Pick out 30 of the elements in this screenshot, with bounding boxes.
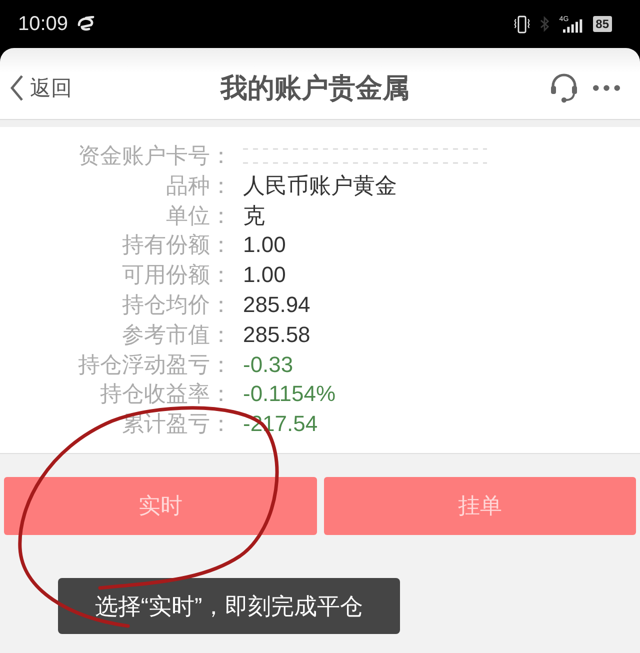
status-time: 10:09 [18,12,68,36]
field-value: 1.00 [243,262,286,288]
field-value: 克 [243,202,265,230]
carrier-logo-icon [76,16,96,32]
action-button[interactable]: 挂单 [324,476,636,535]
field-label: 品种： [166,172,232,200]
field-value: 285.58 [243,322,310,348]
field-label: 持仓均价： [122,290,232,319]
bluetooth-icon [540,16,550,32]
field-value: 人民币账户黄金 [243,172,397,200]
field-label: 持仓收益率： [100,380,232,408]
field-value: -0.33 [243,352,294,378]
field-label: 参考市值： [122,320,232,349]
action-button[interactable]: 实时 [4,476,316,535]
field-label: 持仓浮动盈亏： [78,350,232,379]
battery-indicator: 85 [592,16,612,32]
field-label: 可用份额： [122,261,232,290]
field-label: 单位： [166,202,232,230]
field-value: 285.94 [243,292,310,318]
toast-message: 选择“实时”，即刻完成平仓 [58,578,400,634]
page-title: 我的账户贵金属 [220,72,410,104]
field-label: 资金账户卡号： [78,142,232,170]
vibrate-icon [514,14,530,34]
field-label: 持有份额： [122,231,232,260]
field-value: 1.00 [243,232,286,258]
back-button[interactable]: 返回 [10,74,72,102]
more-icon[interactable] [593,84,620,90]
field-value: -0.1154% [243,381,336,408]
chevron-left-icon [10,74,24,100]
headset-icon[interactable] [549,72,579,102]
